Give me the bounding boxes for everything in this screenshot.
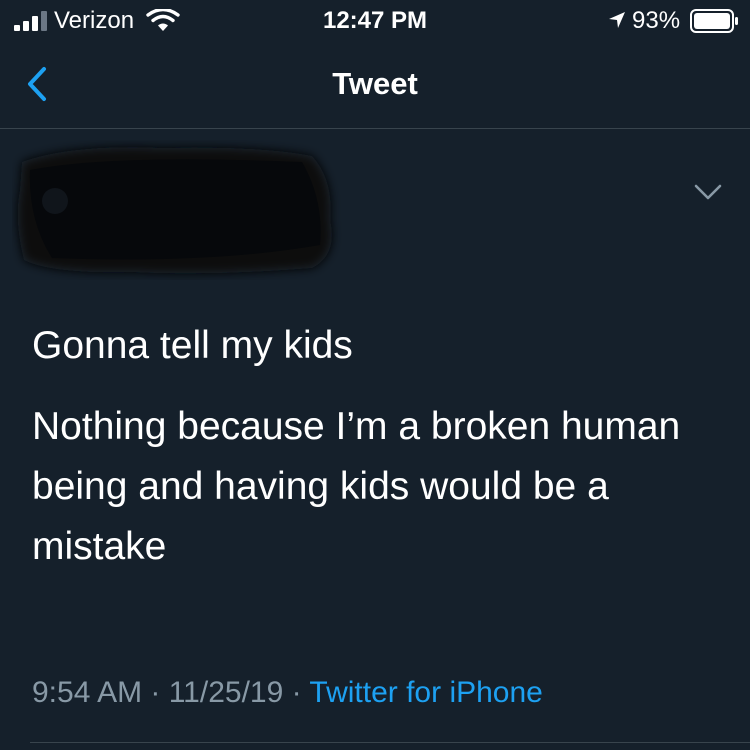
tweet-text-line-1: Gonna tell my kids bbox=[32, 324, 353, 367]
tweet-meta: 9:54 AM · 11/25/19 · Twitter for iPhone bbox=[32, 670, 543, 716]
tweet-source-link[interactable]: Twitter for iPhone bbox=[309, 676, 542, 709]
location-icon bbox=[609, 12, 625, 28]
redacted-author-block bbox=[17, 147, 332, 274]
chevron-down-icon[interactable] bbox=[690, 178, 726, 206]
nav-bar: Tweet bbox=[0, 44, 750, 129]
battery-percent: 93% bbox=[632, 7, 681, 34]
meta-separator: · bbox=[291, 676, 302, 709]
tweet-text-line-2: Nothing because I’m a broken human being… bbox=[32, 405, 681, 568]
tweet-timestamp: 9:54 AM · 11/25/19 bbox=[32, 676, 284, 709]
tweet-text: Gonna tell my kids Nothing because I’m a… bbox=[32, 318, 722, 577]
status-bar: Verizon 12:47 PM 93% bbox=[0, 0, 750, 44]
battery-icon bbox=[690, 9, 738, 33]
page-title: Tweet bbox=[332, 66, 418, 101]
divider bbox=[30, 742, 750, 743]
